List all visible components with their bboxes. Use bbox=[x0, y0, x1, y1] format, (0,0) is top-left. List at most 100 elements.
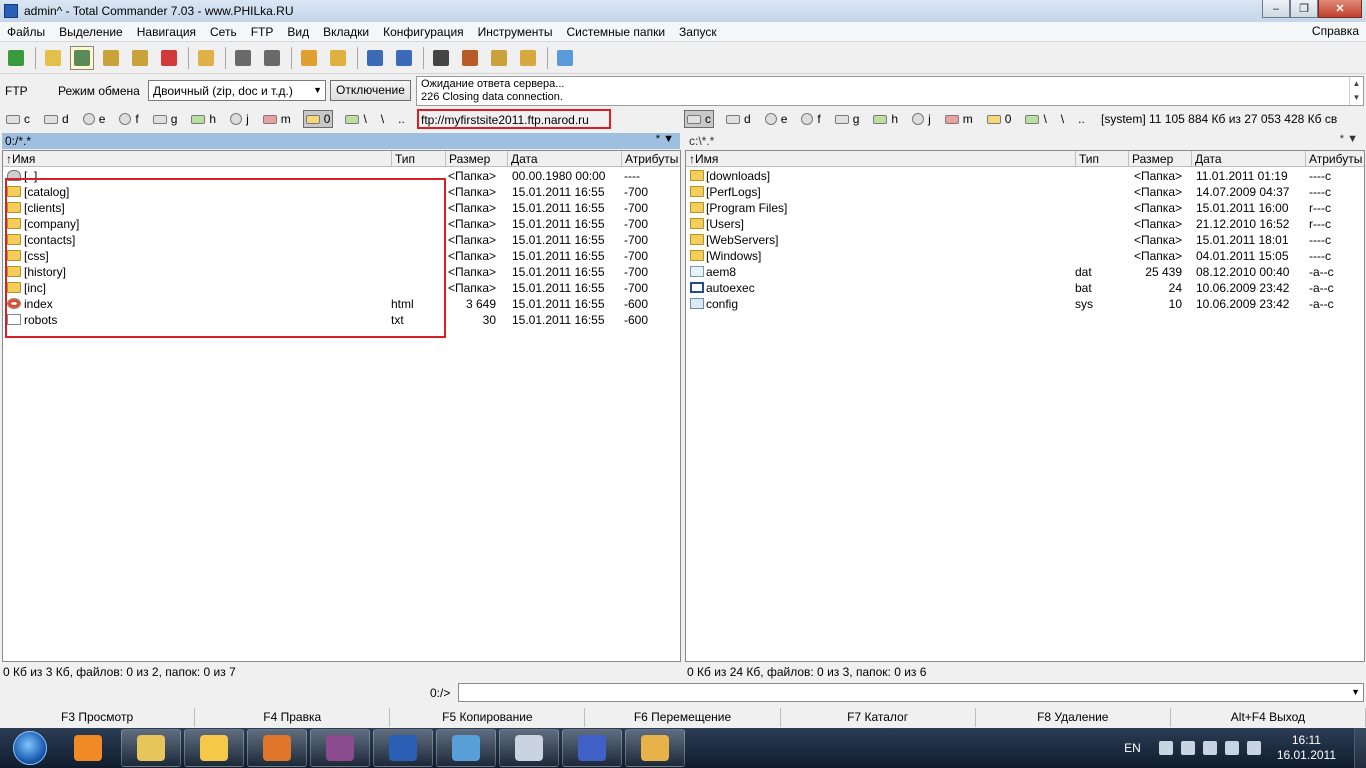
forward-button[interactable] bbox=[260, 46, 284, 70]
menu-item[interactable]: Конфигурация bbox=[376, 25, 471, 39]
word-taskbar-button[interactable] bbox=[373, 729, 433, 767]
drive-f[interactable]: f bbox=[799, 110, 822, 128]
drive-network[interactable]: \ bbox=[343, 110, 368, 128]
file-row[interactable]: autoexec bat 24 10.06.2009 23:42 -a--c bbox=[686, 280, 1364, 296]
file-row[interactable]: [Users] <Папка> 21.12.2010 16:52 r---c bbox=[686, 216, 1364, 232]
menu-item[interactable]: Системные папки bbox=[560, 25, 673, 39]
drive-nav[interactable]: \ bbox=[379, 110, 386, 128]
file-row[interactable]: [PerfLogs] <Папка> 14.07.2009 04:37 ----c bbox=[686, 184, 1364, 200]
log-scrollbar[interactable]: ▲ ▼ bbox=[1349, 77, 1363, 105]
brief-view-button[interactable] bbox=[41, 46, 65, 70]
file-row[interactable]: [css] <Папка> 15.01.2011 16:55 -700 bbox=[3, 248, 680, 264]
drive-e[interactable]: e bbox=[763, 110, 790, 128]
fkey-button[interactable]: F4 Правка bbox=[195, 708, 391, 727]
file-row[interactable]: [inc] <Папка> 15.01.2011 16:55 -700 bbox=[3, 280, 680, 296]
multi-rename-button[interactable] bbox=[458, 46, 482, 70]
chevron-down-icon[interactable]: ▼ bbox=[1351, 687, 1360, 697]
drive-d[interactable]: d bbox=[42, 110, 71, 128]
drive-0[interactable]: 0 bbox=[302, 110, 334, 128]
menu-item[interactable]: Навигация bbox=[130, 25, 203, 39]
winrar-taskbar-button[interactable] bbox=[310, 729, 370, 767]
fkey-button[interactable]: F7 Каталог bbox=[781, 708, 976, 727]
drive-j[interactable]: j bbox=[228, 110, 251, 128]
explorer-taskbar-button[interactable] bbox=[121, 729, 181, 767]
path-history-controls[interactable]: * ▼ bbox=[1340, 133, 1358, 145]
fkey-button[interactable]: F6 Перемещение bbox=[585, 708, 781, 727]
maximize-icon[interactable]: ❐ bbox=[1290, 0, 1318, 18]
tree-view-button[interactable] bbox=[128, 46, 152, 70]
column-attributes[interactable]: Атрибуты bbox=[1306, 151, 1364, 167]
search-button[interactable] bbox=[429, 46, 453, 70]
menu-item[interactable]: Вид bbox=[280, 25, 316, 39]
file-row[interactable]: [Program Files] <Папка> 15.01.2011 16:00 r-… bbox=[686, 200, 1364, 216]
fkey-button[interactable]: F5 Копирование bbox=[390, 708, 586, 727]
drive-m[interactable]: m bbox=[943, 110, 975, 128]
menu-item[interactable]: FTP bbox=[244, 25, 281, 39]
path-history-controls[interactable]: * ▼ bbox=[656, 133, 674, 145]
disconnect-button[interactable]: Отключение bbox=[330, 80, 411, 101]
flag-icon[interactable] bbox=[1202, 741, 1217, 755]
menu-item-help[interactable]: Справка bbox=[1312, 24, 1359, 38]
full-view-button[interactable] bbox=[70, 46, 94, 70]
pack-button[interactable] bbox=[297, 46, 321, 70]
back-button[interactable] bbox=[231, 46, 255, 70]
drive-h[interactable]: h bbox=[871, 110, 900, 128]
sync-dirs-button[interactable] bbox=[487, 46, 511, 70]
right-path-bar[interactable]: c:\*.* * ▼ bbox=[686, 133, 1364, 149]
fkey-button[interactable]: F8 Удаление bbox=[976, 708, 1171, 727]
column-type[interactable]: Тип bbox=[392, 151, 446, 167]
url-connect-button[interactable] bbox=[392, 46, 416, 70]
file-row[interactable]: [contacts] <Папка> 15.01.2011 16:55 -700 bbox=[3, 232, 680, 248]
file-row[interactable]: [..] <Папка> 00.00.1980 00:00 ---- bbox=[3, 168, 680, 184]
drive-d[interactable]: d bbox=[724, 110, 753, 128]
copy-names-button[interactable] bbox=[516, 46, 540, 70]
file-row[interactable]: [WebServers] <Папка> 15.01.2011 18:01 ----c bbox=[686, 232, 1364, 248]
ftp-url-field[interactable]: ftp://myfirstsite2011.ftp.narod.ru bbox=[417, 109, 611, 129]
drive-c[interactable]: c bbox=[4, 110, 32, 128]
column-date[interactable]: Дата bbox=[1192, 151, 1306, 167]
column-size[interactable]: Размер bbox=[446, 151, 508, 167]
volume-icon[interactable] bbox=[1246, 741, 1261, 755]
menu-item[interactable]: Файлы bbox=[0, 25, 52, 39]
save-taskbar-button[interactable] bbox=[562, 729, 622, 767]
column-name[interactable]: ↑Имя bbox=[686, 151, 1076, 167]
drive-c[interactable]: c bbox=[684, 110, 714, 128]
menu-item[interactable]: Инструменты bbox=[471, 25, 560, 39]
file-row[interactable]: [Windows] <Папка> 04.01.2011 15:05 ----c bbox=[686, 248, 1364, 264]
show-desktop-button[interactable] bbox=[1354, 728, 1366, 768]
refresh-button[interactable] bbox=[4, 46, 28, 70]
notepad-button[interactable] bbox=[553, 46, 577, 70]
paint-taskbar-button[interactable] bbox=[625, 729, 685, 767]
clock[interactable]: 16:11 16.01.2011 bbox=[1277, 733, 1336, 763]
left-file-panel[interactable]: ↑Имя Тип Размер Дата Атрибуты [..] <Папка> 00.0… bbox=[2, 150, 681, 662]
drive-f[interactable]: f bbox=[117, 110, 140, 128]
total-commander-taskbar-button[interactable] bbox=[184, 729, 244, 767]
fkey-button[interactable]: Alt+F4 Выход bbox=[1171, 708, 1366, 727]
file-row[interactable]: aem8 dat 25 439 08.12.2010 00:40 -a--c bbox=[686, 264, 1364, 280]
column-name[interactable]: ↑Имя bbox=[3, 151, 392, 167]
drive-network[interactable]: \ bbox=[1023, 110, 1048, 128]
menu-item[interactable]: Вкладки bbox=[316, 25, 376, 39]
close-icon[interactable]: ✕ bbox=[1318, 0, 1362, 18]
network-icon[interactable] bbox=[1224, 741, 1239, 755]
drive-j[interactable]: j bbox=[910, 110, 933, 128]
menu-item[interactable]: Сеть bbox=[203, 25, 244, 39]
network-error-icon[interactable] bbox=[1180, 741, 1195, 755]
drive-h[interactable]: h bbox=[189, 110, 218, 128]
ftp-connect-button[interactable] bbox=[363, 46, 387, 70]
drive-e[interactable]: e bbox=[81, 110, 108, 128]
fkey-button[interactable]: F3 Просмотр bbox=[0, 708, 196, 727]
image-viewer-taskbar-button[interactable] bbox=[436, 729, 496, 767]
file-row[interactable]: [catalog] <Папка> 15.01.2011 16:55 -700 bbox=[3, 184, 680, 200]
file-row[interactable]: [history] <Папка> 15.01.2011 16:55 -700 bbox=[3, 264, 680, 280]
menu-item[interactable]: Запуск bbox=[672, 25, 724, 39]
column-date[interactable]: Дата bbox=[508, 151, 622, 167]
left-path-bar[interactable]: 0:/*.* * ▼ bbox=[2, 133, 680, 149]
language-indicator[interactable]: EN bbox=[1124, 741, 1141, 755]
media-player-taskbar-button[interactable] bbox=[58, 729, 118, 767]
drive-nav[interactable]: .. bbox=[1076, 110, 1087, 128]
transfer-mode-select[interactable]: Двоичный (zip, doc и т.д.) ▼ bbox=[148, 80, 326, 101]
column-type[interactable]: Тип bbox=[1076, 151, 1129, 167]
invert-selection-button[interactable] bbox=[157, 46, 181, 70]
file-row[interactable]: config sys 10 10.06.2009 23:42 -a--c bbox=[686, 296, 1364, 312]
